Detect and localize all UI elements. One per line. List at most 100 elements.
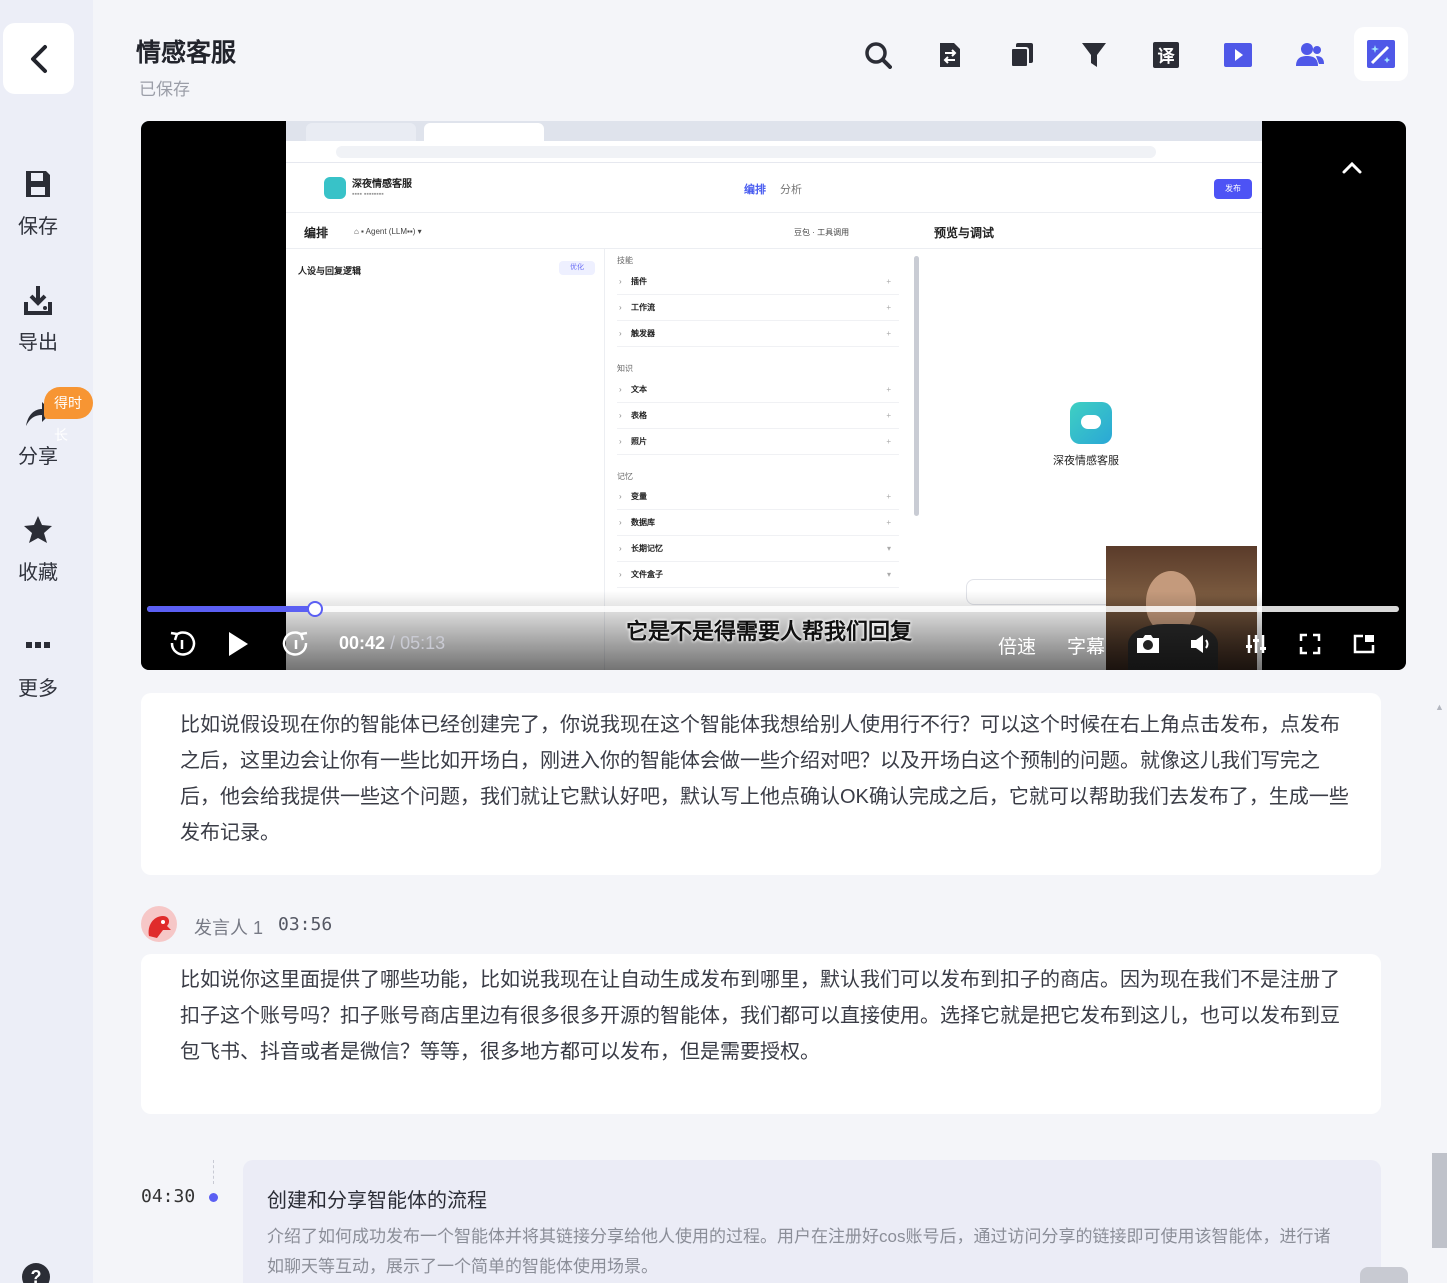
collapse-button[interactable] — [1341, 161, 1363, 180]
copy-icon — [1010, 43, 1033, 68]
more-button[interactable]: 更多 — [0, 630, 76, 701]
memory-item: 变量+ — [617, 484, 899, 510]
speaker-timestamp[interactable]: 03:56 — [278, 914, 332, 935]
tab-analyze: 分析 — [780, 184, 802, 196]
memory-label: 记忆 — [617, 472, 633, 481]
chapter-card[interactable]: 创建和分享智能体的流程 介绍了如何成功发布一个智能体并将其链接分享给他人使用的过… — [243, 1160, 1381, 1283]
progress-handle[interactable] — [306, 601, 323, 617]
export-button[interactable]: 导出 — [0, 284, 76, 355]
current-time: 00:42 — [339, 633, 386, 653]
search-button[interactable] — [856, 30, 900, 80]
equalizer-button[interactable] — [1245, 629, 1267, 659]
help-icon[interactable]: ? — [22, 1263, 50, 1283]
app-meta: ▪▪▪▪ ▪▪▪▪▪▪▪▪ — [352, 191, 384, 198]
persona-title: 人设与回复逻辑 — [298, 266, 362, 276]
browser-tab — [306, 123, 416, 141]
speaker-name: 发言人 1 — [194, 918, 264, 938]
volume-icon — [1191, 635, 1209, 653]
memory-item: 数据库+ — [617, 510, 899, 536]
summary-button[interactable] — [928, 30, 972, 80]
rewind-button[interactable] — [167, 629, 197, 659]
duration: 05:13 — [400, 633, 446, 653]
star-icon — [24, 516, 52, 543]
model-label: 豆包 · 工具调用 — [794, 228, 850, 237]
skill-item: 触发器+ — [617, 321, 899, 347]
editor-header: 编排 ⌂ ▪ Agent (LLM▪▪) ▾ 豆包 · 工具调用 预览与调试 — [286, 213, 1262, 249]
bot-name: 深夜情感客服 — [1053, 455, 1119, 467]
chevron-left-icon — [30, 44, 47, 73]
skill-item: 插件+ — [617, 269, 899, 295]
progress-fill — [147, 606, 315, 612]
search-icon — [865, 42, 892, 69]
agent-mode: ⌂ ▪ Agent (LLM▪▪) ▾ — [354, 227, 422, 236]
more-icon — [26, 642, 50, 648]
speakers-button[interactable] — [1288, 30, 1332, 80]
speed-button[interactable]: 倍速 — [998, 632, 1036, 659]
memory-item: 文件盒子▾ — [617, 562, 899, 588]
bot-icon — [324, 177, 346, 199]
magic-edit-button[interactable] — [1354, 27, 1408, 81]
save-label: 保存 — [18, 216, 58, 238]
browser-tabbar — [286, 121, 1262, 141]
transcript-text: 比如说假设现在你的智能体已经创建完了，你说我现在这个智能体我想给别人使用行不行？… — [180, 714, 1349, 844]
speakers-icon — [1296, 43, 1324, 66]
video-subtitle: 它是不是得需要人帮我们回复 — [626, 619, 913, 644]
copy-button[interactable] — [1000, 30, 1044, 80]
magic-edit-icon — [1367, 40, 1395, 68]
progress-bar[interactable] — [147, 601, 1399, 617]
translate-button[interactable]: 译 — [1144, 30, 1188, 80]
fullscreen-icon — [1299, 633, 1321, 655]
fullscreen-button[interactable] — [1299, 629, 1321, 659]
pip-button[interactable] — [1353, 629, 1375, 659]
video-player[interactable]: 深夜情感客服 ▪▪▪▪ ▪▪▪▪▪▪▪▪ 编排 分析 发布 编排 ⌂ ▪ Age… — [141, 121, 1406, 670]
timeline-connector — [213, 1160, 214, 1184]
filter-button[interactable] — [1072, 30, 1116, 80]
more-label: 更多 — [18, 678, 58, 700]
volume-button[interactable] — [1189, 629, 1213, 659]
translate-icon: 译 — [1153, 42, 1179, 68]
speaker-avatar — [141, 906, 177, 942]
play-icon — [229, 632, 248, 656]
transcript-card: 比如说假设现在你的智能体已经创建完了，你说我现在这个智能体我想给别人使用行不行？… — [141, 693, 1381, 875]
browser-addressbar — [286, 141, 1262, 163]
back-button[interactable] — [3, 23, 74, 94]
scroll-up-arrow[interactable]: ▲ — [1435, 702, 1444, 712]
time-display: 00:42 / 05:13 — [339, 633, 446, 653]
screenshot-button[interactable] — [1135, 629, 1161, 659]
app-topbar: 深夜情感客服 ▪▪▪▪ ▪▪▪▪▪▪▪▪ 编排 分析 发布 — [286, 163, 1262, 213]
summary-icon — [940, 43, 960, 67]
skill-item: 工作流+ — [617, 295, 899, 321]
section-edit: 编排 — [304, 226, 329, 240]
timeline-dot — [209, 1193, 218, 1202]
page-scrollbar[interactable] — [1432, 1153, 1447, 1248]
transcript-text: 比如说你这里面提供了哪些功能，比如说我现在让自动生成发布到哪里，默认我们可以发布… — [180, 969, 1340, 1063]
chapter-title: 创建和分享智能体的流程 — [267, 1190, 487, 1212]
forward-button[interactable] — [281, 629, 311, 659]
browser-tab-active — [424, 123, 544, 141]
camera-icon — [1137, 635, 1159, 653]
knowledge-item: 文本+ — [617, 377, 899, 403]
optimize-button: 优化 — [559, 261, 595, 275]
export-label: 导出 — [18, 332, 58, 354]
page-title: 情感客服 — [136, 39, 237, 67]
filter-icon — [1082, 43, 1106, 67]
rewind-icon — [170, 631, 196, 656]
video-button[interactable] — [1216, 30, 1260, 80]
memory-item: 长期记忆▾ — [617, 536, 899, 562]
tab-edit: 编排 — [744, 184, 766, 196]
knowledge-item: 表格+ — [617, 403, 899, 429]
save-button[interactable]: 保存 — [0, 168, 76, 239]
forward-icon — [282, 631, 308, 656]
section-preview: 预览与调试 — [934, 226, 995, 240]
share-label: 分享 — [18, 446, 58, 468]
play-button[interactable] — [225, 629, 251, 659]
save-icon — [26, 171, 50, 197]
picture-in-picture-icon — [1353, 634, 1375, 654]
chapter-description: 介绍了如何成功发布一个智能体并将其链接分享给他人使用的过程。用户在注册好cos账… — [267, 1227, 1331, 1276]
favorite-button[interactable]: 收藏 — [0, 514, 76, 585]
chapter-timestamp[interactable]: 04:30 — [141, 1186, 195, 1207]
translate-glyph: 译 — [1158, 47, 1176, 67]
captions-button[interactable]: 字幕 — [1067, 632, 1105, 659]
floating-action-button[interactable] — [1360, 1267, 1408, 1283]
save-status: 已保存 — [139, 80, 190, 99]
